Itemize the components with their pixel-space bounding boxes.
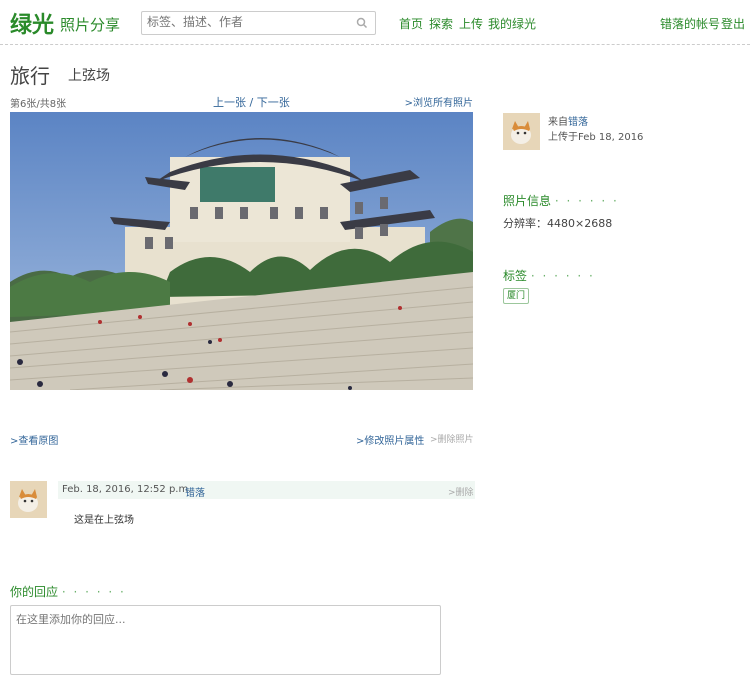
reply-dots: · · · · · · xyxy=(61,585,126,599)
album-title[interactable]: 旅行 xyxy=(10,60,50,89)
prev-photo-link[interactable]: 上一张 xyxy=(213,96,246,109)
nav-explore[interactable]: 探索 xyxy=(429,15,453,32)
main-photo[interactable] xyxy=(10,112,473,390)
commenter-avatar[interactable] xyxy=(10,481,47,518)
comment-date: Feb. 18, 2016, 12:52 p.m. xyxy=(62,484,192,495)
logo-subtitle: 照片分享 xyxy=(60,16,121,34)
tags-heading: 标签 · · · · · · xyxy=(503,267,595,284)
pager-separator: / xyxy=(246,96,257,109)
reply-title: 你的回应 xyxy=(10,585,59,599)
photo-info-heading: 照片信息 · · · · · · xyxy=(503,192,619,209)
resolution-text: 分辨率：4480×2688 xyxy=(503,217,613,230)
nav-my-greenlight[interactable]: 我的绿光 xyxy=(488,15,536,32)
pager: 上一张 / 下一张 xyxy=(213,94,290,110)
cat-avatar-icon xyxy=(10,481,47,518)
comment-user-link[interactable]: 错落 xyxy=(185,484,205,499)
delete-photo-link[interactable]: >删除照片 xyxy=(430,432,474,445)
comment-text: 这是在上弦场 xyxy=(74,515,134,526)
edit-photo-link[interactable]: >修改照片属性 xyxy=(356,432,424,447)
next-photo-link[interactable]: 下一张 xyxy=(257,96,290,109)
delete-comment-link[interactable]: >删除 xyxy=(448,485,474,498)
nav-account[interactable]: 错落的帐号 xyxy=(660,15,720,32)
search-box[interactable] xyxy=(141,11,376,35)
nav-home[interactable]: 首页 xyxy=(399,15,423,32)
photo-info-dots: · · · · · · xyxy=(554,194,619,208)
tags-title: 标签 xyxy=(503,269,528,283)
from-prefix: 来自 xyxy=(548,117,568,128)
uploader-line: 来自错落 xyxy=(548,113,588,128)
upload-date: 上传于Feb 18, 2016 xyxy=(548,132,644,143)
reply-textarea[interactable] xyxy=(10,605,441,675)
header: 绿光 照片分享 首页 探索 上传 我的绿光 错落的帐号 登出 xyxy=(0,0,750,45)
search-input[interactable] xyxy=(147,14,347,30)
nav-upload[interactable]: 上传 xyxy=(459,15,483,32)
search-icon[interactable] xyxy=(355,16,369,30)
photo-image xyxy=(10,112,473,390)
view-original-link[interactable]: >查看原图 xyxy=(10,432,58,447)
photo-info-title: 照片信息 xyxy=(503,194,552,208)
uploader-link[interactable]: 错落 xyxy=(568,117,588,128)
tag-badge[interactable]: 厦门 xyxy=(503,288,530,304)
cat-avatar-icon xyxy=(503,113,540,150)
logo[interactable]: 绿光 xyxy=(10,7,54,39)
reply-heading: 你的回应 · · · · · · xyxy=(10,583,126,600)
browse-all-link[interactable]: >浏览所有照片 xyxy=(405,94,473,109)
tags-dots: · · · · · · xyxy=(530,269,595,283)
photo-counter: 第6张/共8张 xyxy=(10,99,67,110)
uploader-avatar[interactable] xyxy=(503,113,540,150)
photo-caption: 上弦场 xyxy=(68,68,110,84)
nav-logout[interactable]: 登出 xyxy=(721,15,745,32)
